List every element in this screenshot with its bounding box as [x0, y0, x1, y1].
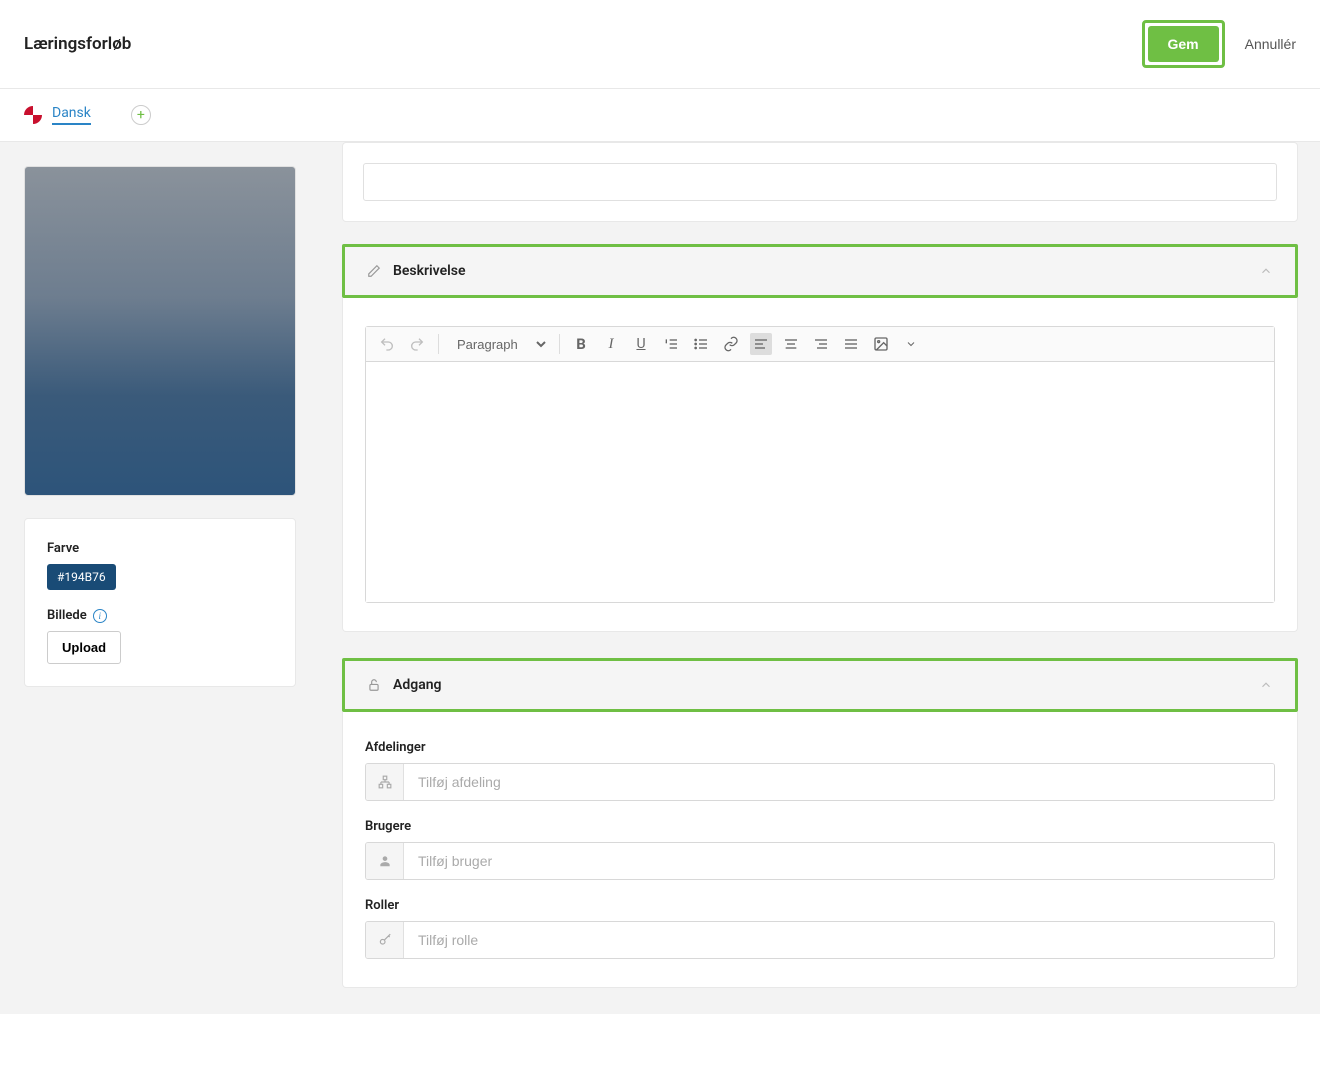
denmark-flag-icon — [24, 106, 42, 124]
bold-icon[interactable]: B — [570, 333, 592, 355]
underline-icon[interactable]: U — [630, 333, 652, 355]
roles-field — [365, 921, 1275, 959]
users-field — [365, 842, 1275, 880]
section-title-description: Beskrivelse — [393, 263, 466, 279]
roles-input[interactable] — [404, 922, 1274, 958]
color-label: Farve — [47, 541, 273, 556]
departments-input[interactable] — [404, 764, 1274, 800]
page-title: Læringsforløb — [24, 34, 131, 54]
header-actions: Gem Annullér — [1142, 20, 1297, 68]
text-field[interactable] — [363, 163, 1277, 201]
section-title-access: Adgang — [393, 677, 442, 693]
departments-label: Afdelinger — [365, 740, 1275, 755]
chevron-up-icon — [1259, 678, 1273, 692]
previous-section-card — [342, 142, 1298, 222]
org-icon — [366, 764, 404, 800]
main-column: Beskrivelse — [320, 142, 1320, 1014]
save-button[interactable]: Gem — [1148, 26, 1219, 62]
save-button-highlight: Gem — [1142, 20, 1225, 68]
align-center-icon[interactable] — [780, 333, 802, 355]
users-input[interactable] — [404, 843, 1274, 879]
preview-image — [24, 166, 296, 496]
cancel-button[interactable]: Annullér — [1245, 36, 1296, 52]
rich-text-editor: Paragraph B I U — [365, 326, 1275, 603]
add-language-button[interactable]: + — [131, 105, 151, 125]
unordered-list-icon[interactable] — [690, 333, 712, 355]
color-chip[interactable]: #194B76 — [47, 564, 116, 590]
image-label-row: Billede i — [47, 608, 273, 623]
page-header: Læringsforløb Gem Annullér — [0, 0, 1320, 89]
users-label: Brugere — [365, 819, 1275, 834]
undo-icon[interactable] — [376, 333, 398, 355]
chevron-up-icon — [1259, 264, 1273, 278]
format-select[interactable]: Paragraph — [449, 334, 549, 355]
language-link[interactable]: Dansk — [52, 105, 91, 125]
italic-icon[interactable]: I — [600, 333, 622, 355]
content-area: Farve #194B76 Billede i Upload Beskrivel… — [0, 142, 1320, 1014]
departments-field — [365, 763, 1275, 801]
redo-icon[interactable] — [406, 333, 428, 355]
section-header-description[interactable]: Beskrivelse — [342, 244, 1298, 298]
section-header-access[interactable]: Adgang — [342, 658, 1298, 712]
chevron-down-icon[interactable] — [900, 333, 922, 355]
section-body-description: Paragraph B I U — [342, 298, 1298, 632]
section-body-access: Afdelinger Brugere Roller — [342, 712, 1298, 988]
user-icon — [366, 843, 404, 879]
unlock-icon — [367, 678, 381, 692]
align-justify-icon[interactable] — [840, 333, 862, 355]
appearance-card: Farve #194B76 Billede i Upload — [24, 518, 296, 687]
editor-toolbar: Paragraph B I U — [366, 327, 1274, 362]
sidebar: Farve #194B76 Billede i Upload — [0, 142, 320, 1014]
ordered-list-icon[interactable] — [660, 333, 682, 355]
language-bar: Dansk + — [0, 89, 1320, 142]
align-right-icon[interactable] — [810, 333, 832, 355]
upload-button[interactable]: Upload — [47, 631, 121, 664]
image-icon[interactable] — [870, 333, 892, 355]
info-icon[interactable]: i — [93, 609, 107, 623]
roles-label: Roller — [365, 898, 1275, 913]
image-label: Billede — [47, 608, 87, 623]
key-icon — [366, 922, 404, 958]
editor-textarea[interactable] — [366, 362, 1274, 602]
link-icon[interactable] — [720, 333, 742, 355]
pencil-icon — [367, 264, 381, 278]
align-left-icon[interactable] — [750, 333, 772, 355]
